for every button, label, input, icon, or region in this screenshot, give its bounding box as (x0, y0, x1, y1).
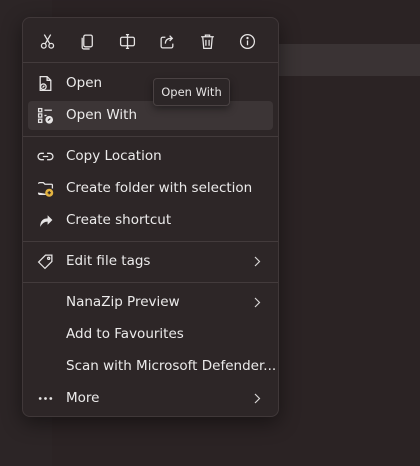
tag-icon (37, 253, 54, 270)
menu-item-label: Open With (66, 107, 138, 123)
link-icon (37, 148, 54, 165)
menu-item-copy-location[interactable]: Copy Location (28, 142, 273, 171)
menu-item-add-favourites[interactable]: Add to Favourites (28, 320, 273, 349)
properties-button[interactable] (234, 28, 260, 54)
menu-item-edit-tags[interactable]: Edit file tags (28, 247, 273, 276)
cut-button[interactable] (34, 28, 60, 54)
share-icon (159, 34, 173, 49)
menu-item-nanazip[interactable]: NanaZip Preview (28, 288, 273, 317)
menu-item-label: Add to Favourites (66, 326, 184, 342)
menu-item-label: NanaZip Preview (66, 294, 180, 310)
menu-item-more[interactable]: More (28, 384, 273, 413)
more-dots-icon (37, 390, 54, 407)
menu-item-label: Edit file tags (66, 253, 151, 269)
menu-item-label: Open (66, 75, 103, 91)
menu-item-label: Scan with Microsoft Defender... (66, 358, 277, 374)
cut-icon (40, 33, 54, 49)
menu-item-open-with[interactable]: Open With (28, 101, 273, 130)
chevron-right-icon (254, 297, 261, 308)
open-with-icon (37, 107, 54, 124)
menu-item-scan-defender[interactable]: Scan with Microsoft Defender... (28, 352, 277, 381)
chevron-right-icon (254, 393, 261, 404)
menu-item-label: More (66, 390, 100, 406)
share-button[interactable] (154, 28, 180, 54)
delete-icon (200, 33, 214, 49)
delete-button[interactable] (194, 28, 220, 54)
shortcut-arrow-icon (37, 212, 54, 229)
menu-item-create-folder[interactable]: Create folder with selection (28, 174, 273, 203)
separator (23, 241, 278, 242)
menu-item-create-shortcut[interactable]: Create shortcut (28, 206, 273, 235)
menu-item-label: Copy Location (66, 148, 162, 164)
new-folder-icon (37, 180, 54, 197)
menu-item-open[interactable]: Open (28, 69, 273, 98)
menu-item-label: Create folder with selection (66, 180, 253, 196)
context-menu-toolbar (23, 24, 278, 58)
chevron-right-icon (254, 256, 261, 267)
info-icon (239, 33, 255, 49)
separator (23, 282, 278, 283)
copy-button[interactable] (74, 28, 100, 54)
copy-icon (81, 33, 93, 50)
open-file-icon (37, 75, 54, 92)
separator (23, 136, 278, 137)
context-menu: Open Open With Copy Location Create fold… (22, 17, 279, 417)
rename-button[interactable] (114, 28, 140, 54)
tooltip: Open With (153, 78, 230, 106)
separator (23, 62, 278, 63)
menu-item-label: Create shortcut (66, 212, 172, 228)
rename-icon (119, 33, 135, 49)
